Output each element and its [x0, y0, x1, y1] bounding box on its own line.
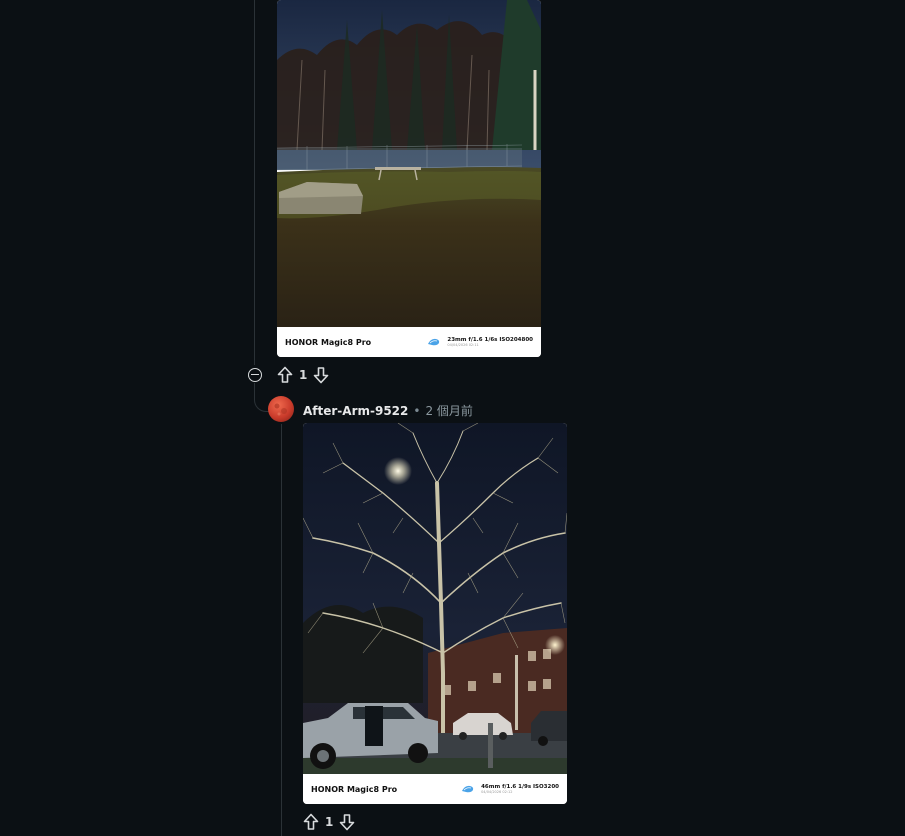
exif-info: 23mm f/1.6 1/6s ISO204800 04/04/2026 02:… — [447, 337, 533, 347]
thread-connector — [254, 383, 269, 412]
device-name: HONOR Magic8 Pro — [311, 784, 398, 794]
upvote-button[interactable] — [276, 366, 294, 384]
collapse-thread-button[interactable] — [248, 368, 262, 382]
exif-date: 04/04/2026 02:12 — [481, 790, 513, 794]
honor-logo-icon — [462, 785, 474, 793]
exif-date: 04/04/2026 02:11 — [447, 343, 479, 347]
photo-night-field — [277, 0, 541, 327]
night-tree-photo — [303, 423, 567, 774]
avatar[interactable] — [268, 396, 294, 422]
upvote-button[interactable] — [302, 813, 320, 831]
thread-line-parent — [254, 0, 255, 365]
vote-bar: 1 — [302, 813, 356, 831]
photo-watermark: HONOR Magic8 Pro 46mm f/1.6 1/9s ISO3200… — [303, 774, 567, 804]
comment-image[interactable]: HONOR Magic8 Pro 23mm f/1.6 1/6s ISO2048… — [277, 0, 541, 357]
exif-info: 46mm f/1.6 1/9s ISO3200 04/04/2026 02:12 — [481, 784, 559, 794]
downvote-button[interactable] — [338, 813, 356, 831]
comment-thread: HONOR Magic8 Pro 23mm f/1.6 1/6s ISO2048… — [0, 0, 905, 836]
thread-line-reply — [281, 424, 282, 836]
username-link[interactable]: After-Arm-9522 — [303, 404, 408, 418]
downvote-icon — [314, 367, 329, 384]
timestamp[interactable]: 2 個月前 — [425, 402, 472, 419]
vote-count: 1 — [325, 815, 334, 829]
comment-meta: After-Arm-9522 • 2 個月前 — [303, 402, 473, 419]
device-name: HONOR Magic8 Pro — [285, 337, 372, 347]
photo-watermark: HONOR Magic8 Pro 23mm f/1.6 1/6s ISO2048… — [277, 327, 541, 357]
avatar-image — [274, 403, 287, 416]
photo-night-tree — [303, 423, 567, 774]
night-field-photo — [277, 0, 541, 327]
upvote-icon — [277, 366, 293, 383]
downvote-icon — [340, 814, 355, 831]
downvote-button[interactable] — [312, 366, 330, 384]
upvote-icon — [303, 813, 319, 830]
meta-separator: • — [413, 403, 421, 418]
vote-bar: 1 — [276, 366, 330, 384]
honor-logo-icon — [428, 338, 440, 346]
comment-image[interactable]: HONOR Magic8 Pro 46mm f/1.6 1/9s ISO3200… — [303, 423, 567, 804]
vote-count: 1 — [299, 368, 308, 382]
